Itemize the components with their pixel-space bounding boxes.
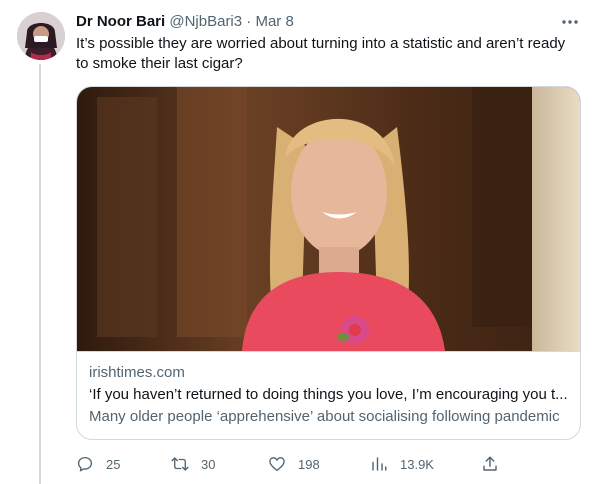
reply-icon bbox=[77, 456, 93, 472]
tweet-date[interactable]: Mar 8 bbox=[255, 13, 293, 30]
thread-line bbox=[39, 64, 41, 484]
heart-icon bbox=[269, 457, 285, 472]
views-button[interactable]: 13.9K bbox=[370, 452, 434, 476]
article-photo bbox=[77, 87, 580, 351]
like-count: 198 bbox=[298, 456, 320, 472]
tweet-header: Dr Noor Bari @NjbBari3 · Mar 8 bbox=[76, 12, 582, 32]
views-count: 13.9K bbox=[400, 456, 434, 472]
link-card[interactable]: irishtimes.com ‘If you haven’t returned … bbox=[76, 86, 581, 440]
card-description: Many older people ‘apprehensive’ about s… bbox=[89, 408, 560, 425]
views-chart-icon bbox=[372, 457, 387, 471]
action-bar: 25 30 198 13.9K bbox=[76, 452, 581, 476]
share-button[interactable] bbox=[481, 452, 499, 476]
author-handle[interactable]: @NjbBari3 bbox=[169, 13, 242, 30]
card-body: irishtimes.com ‘If you haven’t returned … bbox=[89, 363, 570, 427]
card-divider bbox=[77, 351, 580, 352]
separator-dot: · bbox=[246, 13, 252, 30]
author-name[interactable]: Dr Noor Bari bbox=[76, 13, 165, 30]
card-title: ‘If you haven’t returned to doing things… bbox=[89, 386, 568, 403]
card-domain: irishtimes.com bbox=[89, 364, 185, 381]
share-icon bbox=[483, 456, 497, 471]
tweet-text: It’s possible they are worried about tur… bbox=[76, 35, 566, 72]
like-button[interactable]: 198 bbox=[268, 452, 320, 476]
user-avatar-icon bbox=[17, 12, 65, 60]
retweet-button[interactable]: 30 bbox=[171, 452, 215, 476]
reply-button[interactable]: 25 bbox=[76, 452, 120, 476]
more-options-button[interactable] bbox=[560, 12, 580, 32]
avatar[interactable] bbox=[17, 12, 65, 60]
reply-count: 25 bbox=[106, 456, 121, 472]
retweet-count: 30 bbox=[201, 456, 216, 472]
more-icon bbox=[562, 20, 578, 24]
retweet-icon bbox=[171, 457, 189, 471]
